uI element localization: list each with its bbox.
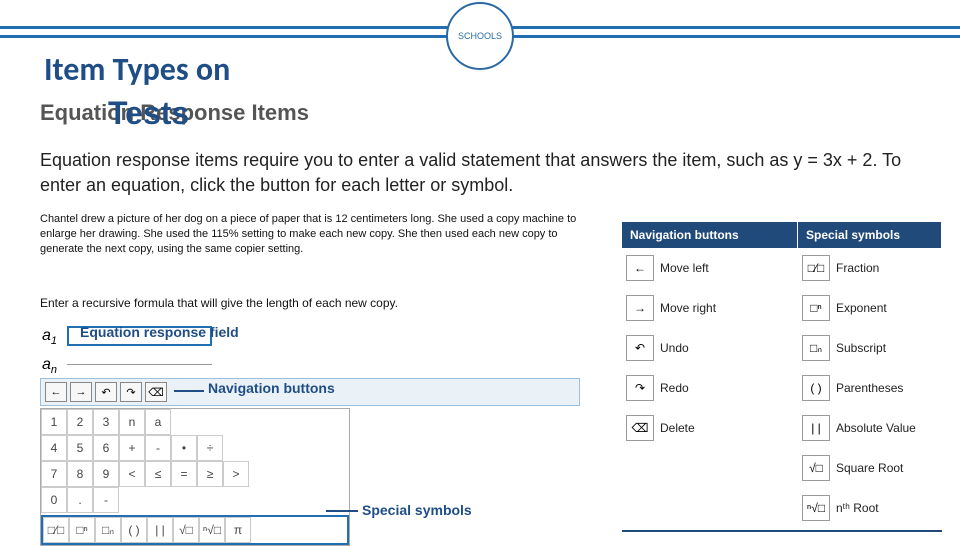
symbol-key[interactable]: □ⁿ	[69, 517, 95, 543]
symbol-key[interactable]: √□	[173, 517, 199, 543]
nav-label: Undo	[660, 341, 798, 355]
keypad-key[interactable]: .	[67, 487, 93, 513]
keypad-key[interactable]: 2	[67, 409, 93, 435]
nav-button[interactable]: ↶	[95, 382, 117, 402]
symbol-key[interactable]: □⁄□	[43, 517, 69, 543]
keypad-key[interactable]: 3	[93, 409, 119, 435]
nav-icon: →	[626, 295, 654, 321]
symbol-icon: √□	[802, 455, 830, 481]
nav-icon: ↶	[626, 335, 654, 361]
a1-var: a1	[42, 327, 57, 344]
slide-title-line1: Item Types on	[44, 50, 230, 89]
nav-button[interactable]: →	[70, 382, 92, 402]
symbol-key[interactable]: π	[225, 517, 251, 543]
nav-buttons-callout: Navigation buttons	[208, 380, 335, 396]
keypad-key[interactable]: 8	[67, 461, 93, 487]
symbol-label: Exponent	[836, 301, 942, 315]
nav-icon: ↷	[626, 375, 654, 401]
keypad-key[interactable]: ÷	[197, 435, 223, 461]
nav-label: Delete	[660, 421, 798, 435]
problem-prompt: Enter a recursive formula that will give…	[40, 296, 600, 310]
keypad-key[interactable]: -	[93, 487, 119, 513]
an-var: an	[42, 356, 57, 373]
nav-button[interactable]: ←	[45, 382, 67, 402]
keypad-key[interactable]: 4	[41, 435, 67, 461]
symbol-key[interactable]: ⁿ√□	[199, 517, 225, 543]
symbol-icon: □ₙ	[802, 335, 830, 361]
keypad-key[interactable]: -	[145, 435, 171, 461]
keypad-key[interactable]: 5	[67, 435, 93, 461]
special-symbols-row: □⁄□□ⁿ□ₙ( )| |√□ⁿ√□π	[41, 515, 349, 545]
symbol-label: nᵗʰ Root	[836, 501, 942, 515]
symbol-key[interactable]: ( )	[121, 517, 147, 543]
keypad-key[interactable]: ≤	[145, 461, 171, 487]
arrow-icon	[326, 510, 358, 512]
symbol-label: Subscript	[836, 341, 942, 355]
nav-buttons-row: ←→↶↷⌫ Navigation buttons	[40, 378, 580, 406]
keypad-key[interactable]: 0	[41, 487, 67, 513]
slide-title-line2: Tests	[108, 95, 189, 132]
arrow-icon	[174, 390, 204, 392]
keypad-key[interactable]: =	[171, 461, 197, 487]
keypad-key[interactable]: >	[223, 461, 249, 487]
symbol-label: Square Root	[836, 461, 942, 475]
symbol-icon: ( )	[802, 375, 830, 401]
legend-table: Navigation buttons Special symbols ← Move…	[622, 222, 942, 528]
keypad-key[interactable]: •	[171, 435, 197, 461]
table-row: ↶ Undo □ₙ Subscript	[622, 328, 942, 368]
table-row: ← Move left □⁄□ Fraction	[622, 248, 942, 288]
table-row: √□ Square Root	[622, 448, 942, 488]
table-header: Navigation buttons Special symbols	[622, 222, 942, 248]
keypad-key[interactable]: 1	[41, 409, 67, 435]
keypad-key[interactable]: +	[119, 435, 145, 461]
nav-label: Move right	[660, 301, 798, 315]
intro-paragraph: Equation response items require you to e…	[40, 148, 920, 198]
symbol-label: Fraction	[836, 261, 942, 275]
school-logo: SCHOOLS	[446, 2, 514, 70]
symbol-icon: □⁄□	[802, 255, 830, 281]
nav-icon: ←	[626, 255, 654, 281]
nav-button[interactable]: ⌫	[145, 382, 167, 402]
nav-icon: ⌫	[626, 415, 654, 441]
sample-problem: Chantel drew a picture of her dog on a p…	[40, 212, 600, 257]
equation-field-callout: Equation response field	[80, 324, 239, 340]
table-bottom-rule	[622, 530, 942, 532]
symbol-key[interactable]: □ₙ	[95, 517, 121, 543]
symbol-icon: □ⁿ	[802, 295, 830, 321]
symbol-label: Absolute Value	[836, 421, 942, 435]
table-row: → Move right □ⁿ Exponent	[622, 288, 942, 328]
keypad-key[interactable]: 7	[41, 461, 67, 487]
keypad-key[interactable]: 6	[93, 435, 119, 461]
table-row: ⁿ√□ nᵗʰ Root	[622, 488, 942, 528]
nav-label: Redo	[660, 381, 798, 395]
keypad-key[interactable]: ≥	[197, 461, 223, 487]
keypad-key[interactable]: n	[119, 409, 145, 435]
table-row: ⌫ Delete | | Absolute Value	[622, 408, 942, 448]
an-row: an	[42, 356, 212, 376]
header-sym: Special symbols	[798, 222, 942, 248]
nav-button[interactable]: ↷	[120, 382, 142, 402]
keypad-key[interactable]: <	[119, 461, 145, 487]
nav-label: Move left	[660, 261, 798, 275]
header-nav: Navigation buttons	[622, 222, 798, 248]
symbol-icon: ⁿ√□	[802, 495, 830, 521]
symbol-key[interactable]: | |	[147, 517, 173, 543]
keypad-key[interactable]: a	[145, 409, 171, 435]
symbol-icon: | |	[802, 415, 830, 441]
keypad: 123na456+-•÷789<≤=≥>0.-□⁄□□ⁿ□ₙ( )| |√□ⁿ√…	[40, 408, 350, 546]
an-input-line[interactable]	[67, 364, 212, 365]
table-row: ↷ Redo ( ) Parentheses	[622, 368, 942, 408]
special-symbols-callout: Special symbols	[362, 502, 472, 518]
symbol-label: Parentheses	[836, 381, 942, 395]
keypad-key[interactable]: 9	[93, 461, 119, 487]
